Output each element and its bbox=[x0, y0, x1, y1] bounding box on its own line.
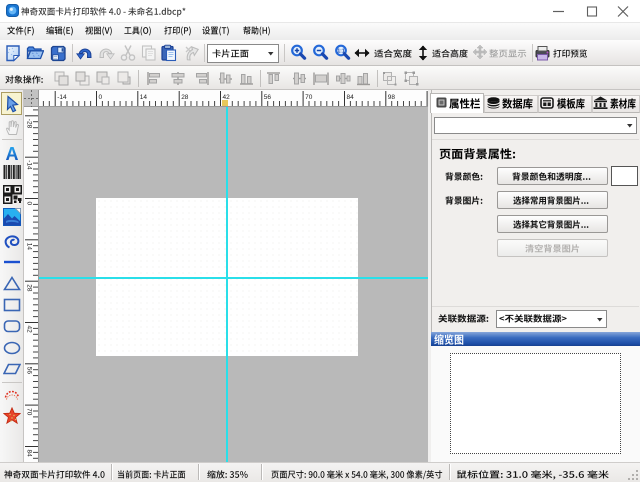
svg-text:14: 14 bbox=[26, 243, 33, 251]
svg-text:56: 56 bbox=[26, 367, 33, 375]
svg-text:-14: -14 bbox=[57, 94, 67, 101]
svg-text:-28: -28 bbox=[26, 119, 33, 129]
svg-text:42: 42 bbox=[26, 326, 33, 334]
svg-text:84: 84 bbox=[347, 94, 355, 101]
svg-text:28: 28 bbox=[26, 284, 33, 292]
svg-text:0: 0 bbox=[26, 202, 33, 206]
svg-text:56: 56 bbox=[264, 94, 272, 101]
svg-text:-14: -14 bbox=[26, 160, 33, 170]
svg-text:84: 84 bbox=[26, 450, 33, 458]
svg-text:14: 14 bbox=[140, 94, 148, 101]
svg-text:70: 70 bbox=[26, 408, 33, 416]
svg-text:28: 28 bbox=[181, 94, 189, 101]
svg-text:A: A bbox=[6, 144, 19, 162]
svg-text:42: 42 bbox=[223, 94, 231, 101]
svg-text:70: 70 bbox=[305, 94, 313, 101]
svg-text:0: 0 bbox=[99, 94, 103, 101]
svg-text:98: 98 bbox=[388, 94, 396, 101]
